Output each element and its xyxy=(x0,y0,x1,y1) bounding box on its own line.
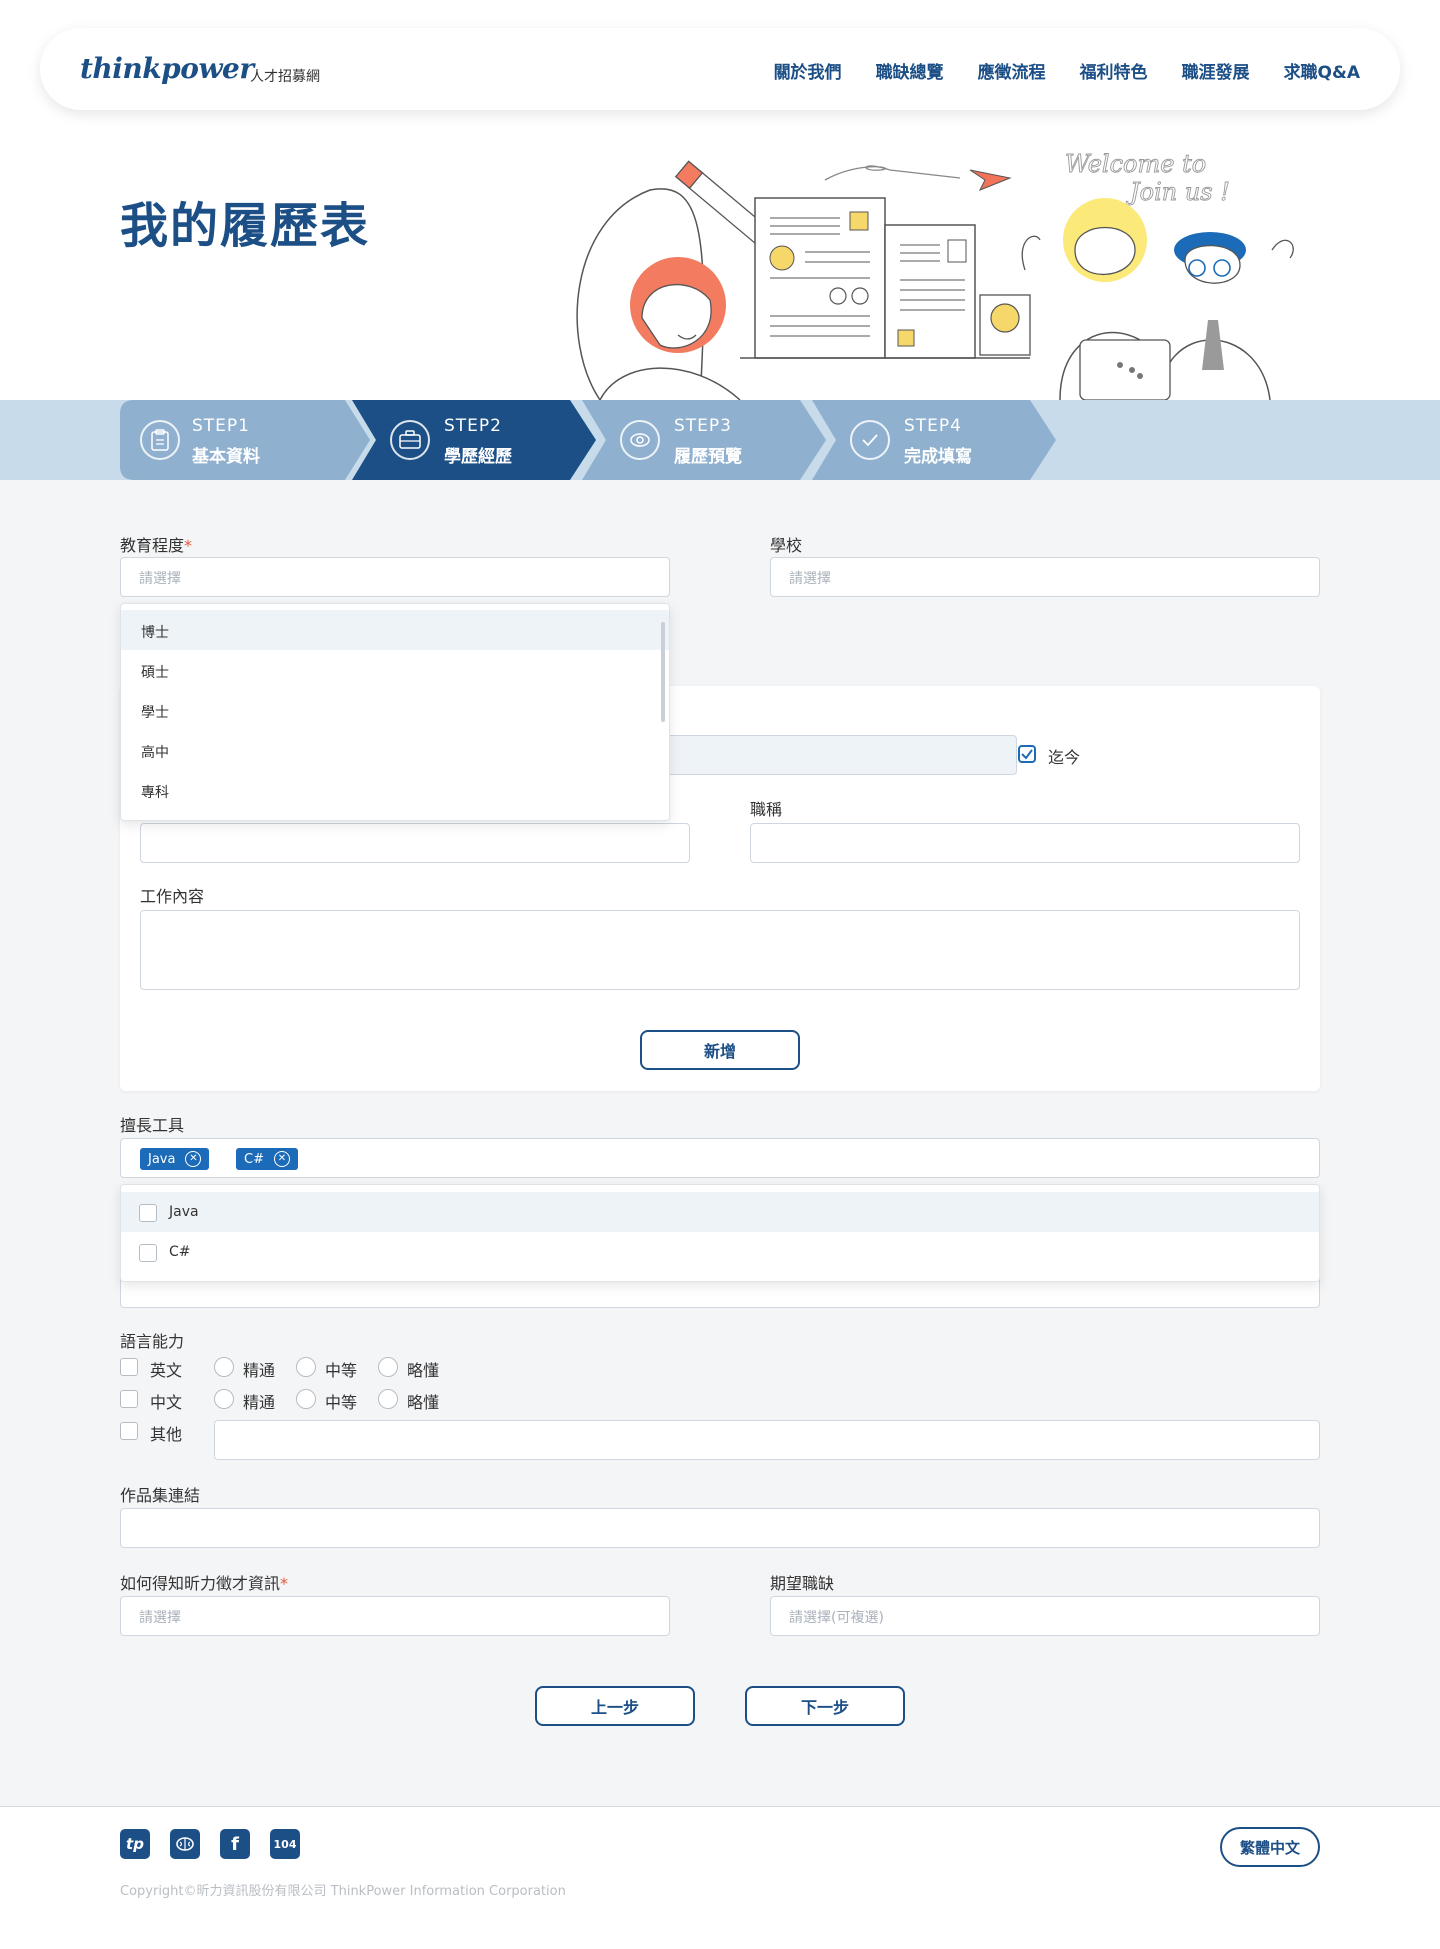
step-1-label: STEP1 xyxy=(192,416,250,436)
step-1-name: 基本資料 xyxy=(192,447,260,467)
expected-job-label: 期望職缺 xyxy=(770,1574,835,1593)
step-4[interactable]: STEP4 完成填寫 xyxy=(812,400,1056,480)
step-1[interactable]: STEP1 基本資料 xyxy=(120,400,370,480)
level-label: 精通 xyxy=(243,1393,276,1412)
step-4-name: 完成填寫 xyxy=(904,447,972,467)
job-title-input[interactable] xyxy=(750,823,1300,863)
remove-chip-icon[interactable]: ✕ xyxy=(185,1151,202,1167)
language-english-checkbox[interactable] xyxy=(120,1358,138,1376)
education-option[interactable]: 高中 xyxy=(121,730,669,770)
level-radio[interactable] xyxy=(214,1389,234,1409)
level-radio[interactable] xyxy=(296,1357,316,1377)
main-nav: 關於我們 職缺總覽 應徵流程 福利特色 職涯發展 求職Q&A xyxy=(774,58,1360,83)
language-chinese-checkbox[interactable] xyxy=(120,1390,138,1408)
page-title: 我的履歷表 xyxy=(120,198,371,254)
add-experience-button[interactable]: 新增 xyxy=(640,1030,800,1070)
language-other-checkbox[interactable] xyxy=(120,1422,138,1440)
nav-process[interactable]: 應徵流程 xyxy=(978,58,1046,83)
hero-illustration: Welcome to Join us ! xyxy=(576,150,1294,400)
education-label: 教育程度* xyxy=(120,536,193,555)
job-title-label: 職稱 xyxy=(750,800,783,819)
school-select[interactable]: 請選擇 xyxy=(770,557,1320,597)
level-radio[interactable] xyxy=(378,1357,398,1377)
site-footer xyxy=(0,1807,1440,1949)
level-label: 精通 xyxy=(243,1361,276,1380)
language-other-label: 其他 xyxy=(150,1425,183,1444)
level-label: 中等 xyxy=(325,1393,358,1412)
until-now-checkbox[interactable] xyxy=(1018,745,1036,763)
eye-icon xyxy=(620,420,660,460)
nav-faq[interactable]: 求職Q&A xyxy=(1284,58,1360,83)
education-option[interactable]: 博士 xyxy=(121,610,669,650)
brain-icon[interactable] xyxy=(170,1829,200,1859)
level-radio[interactable] xyxy=(378,1389,398,1409)
dropdown-scrollbar[interactable] xyxy=(661,622,665,722)
site-header: thinkpower 人才招募網 關於我們 職缺總覽 應徵流程 福利特色 職涯發… xyxy=(40,28,1400,110)
company-input[interactable] xyxy=(140,823,690,863)
education-option[interactable]: 碩士 xyxy=(121,650,669,690)
briefcase-icon xyxy=(390,420,430,460)
language-other-input[interactable] xyxy=(214,1420,1320,1460)
clipboard-icon xyxy=(140,420,180,460)
language-label: 語言能力 xyxy=(120,1332,185,1351)
end-date-input[interactable] xyxy=(665,735,1017,775)
job104-icon[interactable]: 104 xyxy=(270,1829,300,1859)
tool-chip: C# ✕ xyxy=(236,1148,298,1170)
step-4-label: STEP4 xyxy=(904,416,962,436)
tool-chip: Java ✕ xyxy=(140,1148,210,1170)
remove-chip-icon[interactable]: ✕ xyxy=(273,1151,290,1167)
source-label: 如何得知昕力徵才資訊* xyxy=(120,1574,289,1593)
education-option[interactable]: 學士 xyxy=(121,690,669,730)
nav-benefits[interactable]: 福利特色 xyxy=(1080,58,1148,83)
next-step-button[interactable]: 下一步 xyxy=(745,1686,905,1726)
until-now-label: 迄今 xyxy=(1048,748,1081,767)
tool-option-checkbox[interactable] xyxy=(139,1204,157,1222)
portfolio-input[interactable] xyxy=(120,1508,1320,1548)
education-option[interactable]: 專科 xyxy=(121,770,669,810)
step-3-name: 履歷預覽 xyxy=(674,447,742,467)
language-name: 中文 xyxy=(150,1393,183,1412)
job-content-label: 工作內容 xyxy=(140,887,205,906)
tools-dropdown: Java C# xyxy=(120,1184,1320,1282)
level-label: 中等 xyxy=(325,1361,358,1380)
tools-label: 擅長工具 xyxy=(120,1116,185,1135)
thinkpower-icon[interactable]: tp xyxy=(120,1829,150,1859)
job-content-textarea[interactable] xyxy=(140,910,1300,990)
step-2-name: 學歷經歷 xyxy=(444,447,512,467)
level-label: 略懂 xyxy=(407,1393,440,1412)
education-dropdown: 博士 碩士 學士 高中 專科 xyxy=(120,603,670,821)
nav-about[interactable]: 關於我們 xyxy=(774,58,842,83)
school-label: 學校 xyxy=(770,536,803,555)
step-3[interactable]: STEP3 履歷預覽 xyxy=(582,400,826,480)
brand-logo[interactable]: thinkpower xyxy=(80,52,254,85)
copyright-text: Copyright©昕力資訊股份有限公司 ThinkPower Informat… xyxy=(120,1884,566,1899)
brand-subtitle: 人才招募網 xyxy=(250,69,320,85)
language-name: 英文 xyxy=(150,1361,183,1380)
nav-career[interactable]: 職涯發展 xyxy=(1182,58,1250,83)
nav-jobs[interactable]: 職缺總覽 xyxy=(876,58,944,83)
tool-option[interactable]: C# xyxy=(121,1232,1319,1272)
step-2[interactable]: STEP2 學歷經歷 xyxy=(352,400,596,480)
language-switch-button[interactable]: 繁體中文 xyxy=(1220,1827,1320,1867)
step-3-label: STEP3 xyxy=(674,416,732,436)
level-label: 略懂 xyxy=(407,1361,440,1380)
welcome-text-1: Welcome to xyxy=(1065,150,1206,178)
level-radio[interactable] xyxy=(214,1357,234,1377)
tools-multiselect[interactable] xyxy=(120,1138,1320,1178)
education-select[interactable]: 請選擇 xyxy=(120,557,670,597)
step-2-label: STEP2 xyxy=(444,416,502,436)
level-radio[interactable] xyxy=(296,1389,316,1409)
portfolio-label: 作品集連結 xyxy=(120,1486,201,1505)
tool-option[interactable]: Java xyxy=(121,1192,1319,1232)
expected-job-select[interactable]: 請選擇(可複選) xyxy=(770,1596,1320,1636)
facebook-icon[interactable]: f xyxy=(220,1829,250,1859)
welcome-text-2: Join us ! xyxy=(1125,178,1230,206)
tool-option-checkbox[interactable] xyxy=(139,1244,157,1262)
check-icon xyxy=(850,420,890,460)
prev-step-button[interactable]: 上一步 xyxy=(535,1686,695,1726)
source-select[interactable]: 請選擇 xyxy=(120,1596,670,1636)
